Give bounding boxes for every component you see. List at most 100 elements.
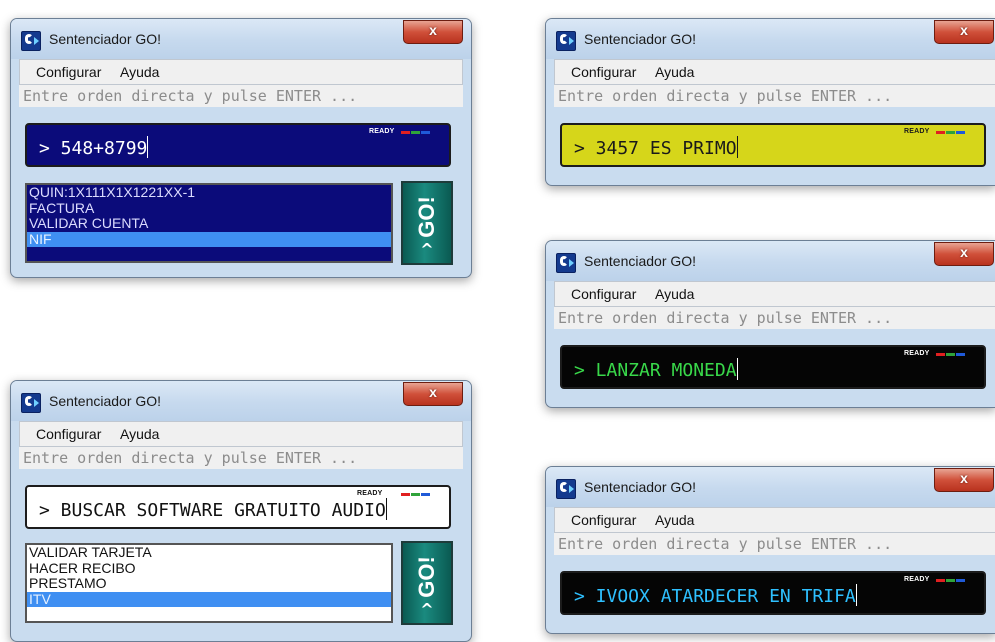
close-button[interactable]: x [403, 20, 463, 44]
menu-configurar[interactable]: Configurar [36, 64, 101, 80]
command-text: > LANZAR MONEDA [574, 358, 738, 381]
status-ready: READY [369, 128, 395, 135]
command-input[interactable]: > 548+8799 READY [25, 123, 451, 167]
prompt-text: Entre orden directa y pulse ENTER ... [558, 309, 893, 327]
title-bar[interactable]: Sentenciador GO! x [546, 467, 995, 507]
command-input[interactable]: > 3457 ES PRIMO READY [560, 123, 986, 167]
menu-configurar[interactable]: Configurar [36, 426, 101, 442]
list-item[interactable]: FACTURA [27, 200, 391, 217]
app-icon [21, 31, 41, 51]
close-button[interactable]: x [934, 242, 994, 266]
suggestion-list[interactable]: QUIN:1X111X1X1221XX-1 FACTURA VALIDAR CU… [25, 183, 393, 263]
command-value: > LANZAR MONEDA [574, 360, 737, 381]
menu-bar: Configurar Ayuda [554, 507, 995, 533]
status-ready: READY [357, 490, 383, 497]
menu-ayuda[interactable]: Ayuda [120, 426, 159, 442]
command-value: > IVOOX ATARDECER EN TRIFA [574, 586, 856, 607]
status-ready: READY [904, 128, 930, 135]
go-label: GO! [414, 556, 439, 598]
command-prompt: Entre orden directa y pulse ENTER ... [19, 447, 463, 469]
app-icon [21, 393, 41, 413]
close-icon: x [429, 384, 437, 400]
prompt-text: Entre orden directa y pulse ENTER ... [558, 87, 893, 105]
window-sentenciador-4: Sentenciador GO! x Configurar Ayuda Entr… [10, 380, 472, 642]
window-title: Sentenciador GO! [49, 31, 162, 47]
command-input[interactable]: > LANZAR MONEDA READY [560, 345, 986, 389]
window-sentenciador-3: Sentenciador GO! x Configurar Ayuda Entr… [545, 240, 995, 408]
go-button[interactable]: GO! ^ [401, 181, 453, 265]
status-bars-icon [936, 579, 966, 582]
window-sentenciador-5: Sentenciador GO! x Configurar Ayuda Entr… [545, 466, 995, 634]
go-label: GO! [414, 196, 439, 238]
command-input[interactable]: > IVOOX ATARDECER EN TRIFA READY [560, 571, 986, 615]
app-icon [556, 31, 576, 51]
close-icon: x [960, 244, 968, 260]
menu-ayuda[interactable]: Ayuda [655, 64, 694, 80]
text-cursor [855, 584, 857, 606]
window-sentenciador-2: Sentenciador GO! x Configurar Ayuda Entr… [545, 18, 995, 186]
close-button[interactable]: x [403, 382, 463, 406]
command-text: > BUSCAR SOFTWARE GRATUITO AUDIO [39, 498, 387, 521]
list-item[interactable]: VALIDAR CUENTA [27, 216, 391, 232]
arrow-up-icon: ^ [420, 240, 434, 259]
menu-bar: Configurar Ayuda [554, 59, 995, 85]
menu-ayuda[interactable]: Ayuda [655, 286, 694, 302]
command-value: > 548+8799 [39, 138, 148, 159]
list-item[interactable]: PRESTAMO [27, 576, 391, 592]
list-item-selected[interactable]: NIF [27, 231, 391, 247]
prompt-text: Entre orden directa y pulse ENTER ... [558, 535, 893, 553]
menu-bar: Configurar Ayuda [19, 59, 463, 85]
window-title: Sentenciador GO! [584, 31, 697, 47]
command-text: > 548+8799 [39, 136, 149, 159]
text-cursor [736, 136, 738, 158]
menu-bar: Configurar Ayuda [554, 281, 995, 307]
title-bar[interactable]: Sentenciador GO! x [11, 381, 471, 421]
command-prompt: Entre orden directa y pulse ENTER ... [554, 533, 995, 555]
close-icon: x [429, 22, 437, 38]
close-icon: x [960, 470, 968, 486]
go-button[interactable]: GO! ^ [401, 541, 453, 625]
window-title: Sentenciador GO! [49, 393, 162, 409]
app-icon [556, 253, 576, 273]
menu-ayuda[interactable]: Ayuda [655, 512, 694, 528]
command-prompt: Entre orden directa y pulse ENTER ... [554, 85, 995, 107]
command-value: > 3457 ES PRIMO [574, 138, 737, 159]
window-sentenciador-1: Sentenciador GO! x Configurar Ayuda Entr… [10, 18, 472, 278]
suggestion-list[interactable]: VALIDAR TARJETA HACER RECIBO PRESTAMO IT… [25, 543, 393, 623]
window-title: Sentenciador GO! [584, 253, 697, 269]
command-prompt: Entre orden directa y pulse ENTER ... [554, 307, 995, 329]
menu-configurar[interactable]: Configurar [571, 286, 636, 302]
list-item[interactable]: QUIN:1X111X1X1221XX-1 [27, 185, 391, 201]
menu-configurar[interactable]: Configurar [571, 64, 636, 80]
list-item[interactable]: HACER RECIBO [27, 560, 391, 577]
close-button[interactable]: x [934, 20, 994, 44]
menu-ayuda[interactable]: Ayuda [120, 64, 159, 80]
command-text: > 3457 ES PRIMO [574, 136, 738, 159]
title-bar[interactable]: Sentenciador GO! x [546, 241, 995, 281]
command-value: > BUSCAR SOFTWARE GRATUITO AUDIO [39, 500, 386, 521]
title-bar[interactable]: Sentenciador GO! x [546, 19, 995, 59]
status-bars-icon [936, 353, 966, 356]
prompt-text: Entre orden directa y pulse ENTER ... [23, 87, 358, 105]
menu-bar: Configurar Ayuda [19, 421, 463, 447]
close-button[interactable]: x [934, 468, 994, 492]
text-cursor [385, 498, 387, 520]
title-bar[interactable]: Sentenciador GO! x [11, 19, 471, 59]
window-title: Sentenciador GO! [584, 479, 697, 495]
close-icon: x [960, 22, 968, 38]
status-ready: READY [904, 350, 930, 357]
app-icon [556, 479, 576, 499]
status-ready: READY [904, 576, 930, 583]
menu-configurar[interactable]: Configurar [571, 512, 636, 528]
text-cursor [147, 136, 149, 158]
list-item[interactable]: VALIDAR TARJETA [27, 545, 391, 561]
status-bars-icon [401, 493, 431, 496]
status-bars-icon [936, 131, 966, 134]
command-text: > IVOOX ATARDECER EN TRIFA [574, 584, 857, 607]
prompt-text: Entre orden directa y pulse ENTER ... [23, 449, 358, 467]
text-cursor [736, 358, 738, 380]
arrow-up-icon: ^ [420, 600, 434, 619]
command-prompt: Entre orden directa y pulse ENTER ... [19, 85, 463, 107]
command-input[interactable]: > BUSCAR SOFTWARE GRATUITO AUDIO READY [25, 485, 451, 529]
list-item-selected[interactable]: ITV [27, 591, 391, 607]
